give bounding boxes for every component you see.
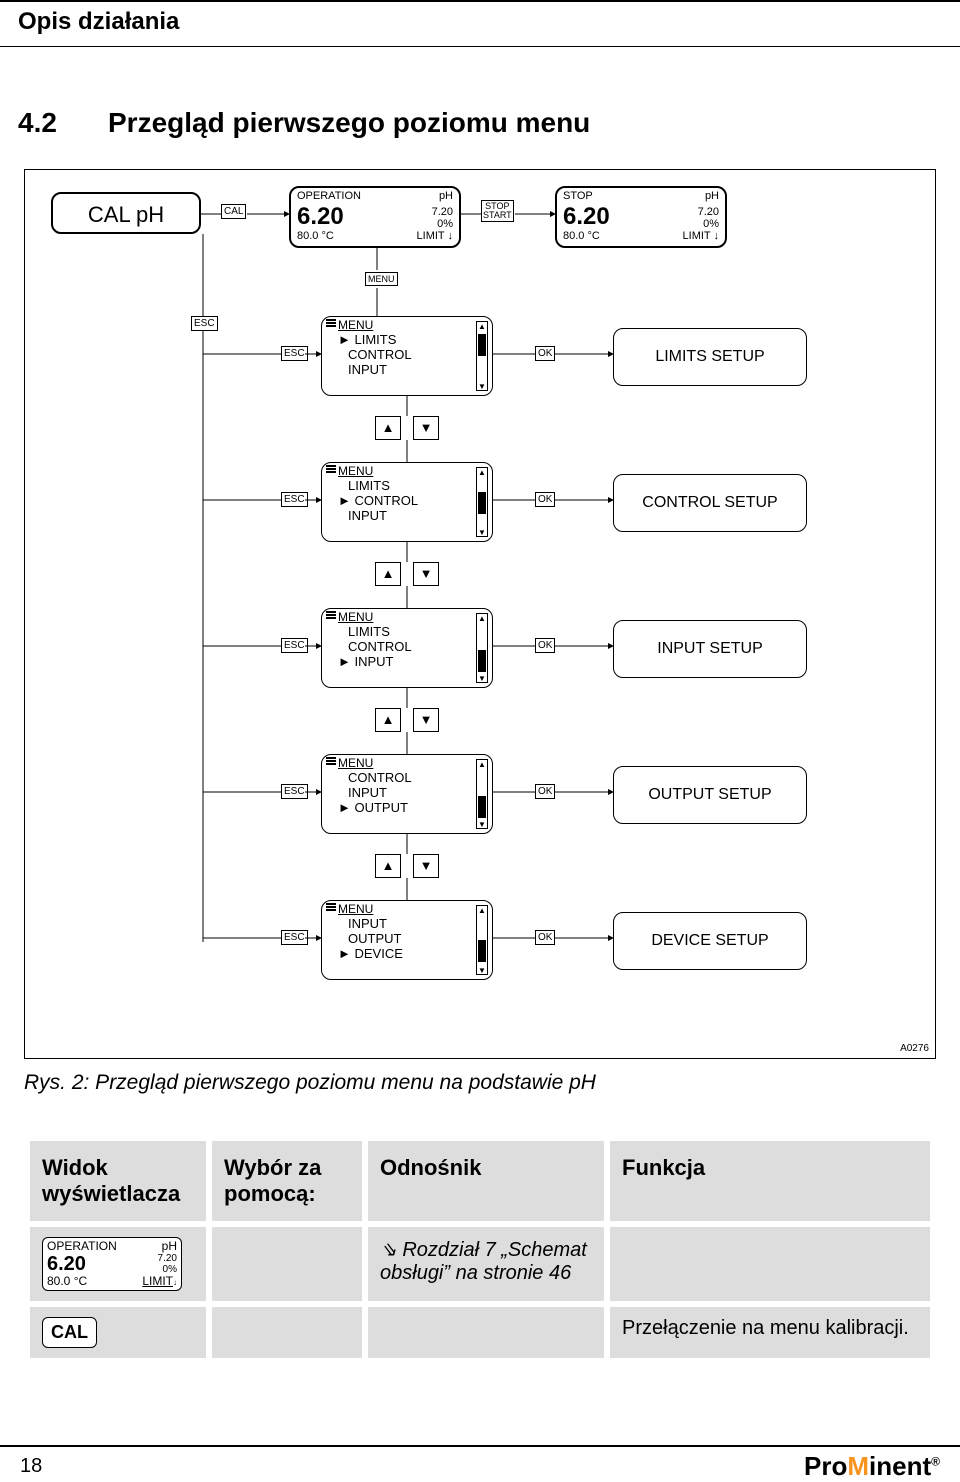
cell-select-2 xyxy=(212,1307,362,1358)
page-footer: 18 ProMinent® xyxy=(0,1445,960,1455)
diagram-connectors xyxy=(25,170,935,1060)
tbl-lcd-big: 6.20 xyxy=(47,1253,86,1275)
page-header-title: Opis działania xyxy=(18,8,179,35)
section-title-text: Przegląd pierwszego poziomu menu xyxy=(108,107,590,138)
th-select: Wybór za pomocą: xyxy=(212,1141,362,1221)
cell-ref-1: ⇘ Rozdział 7 „Schemat obsługi” na stroni… xyxy=(368,1227,604,1301)
cell-func-2: Przełączenie na menu kalibracji. xyxy=(610,1307,930,1358)
tbl-lcd-mr: 7.20 xyxy=(158,1253,177,1264)
tbl-lcd-tr: pH xyxy=(162,1240,177,1253)
tbl-lcd-br: LIMIT xyxy=(142,1274,173,1288)
cell-lcd-operation: OPERATIONpH 6.20 7.200% 80.0 °CLIMIT↓ xyxy=(30,1227,206,1301)
cell-ref-2 xyxy=(368,1307,604,1358)
brand-logo: ProMinent® xyxy=(804,1451,940,1482)
cell-cal-button: CAL xyxy=(30,1307,206,1358)
display-function-table: Widok wyświet­lacza Wybór za pomocą: Odn… xyxy=(24,1135,936,1364)
th-reference: Odnośnik xyxy=(368,1141,604,1221)
brand-post: inent xyxy=(869,1451,931,1481)
diagram-id: A0276 xyxy=(900,1043,929,1054)
th-function: Funkcja xyxy=(610,1141,930,1221)
figure-caption: Rys. 2: Przegląd pierwszego poziomu menu… xyxy=(24,1071,960,1095)
tbl-lcd-tl: OPERATION xyxy=(47,1240,117,1253)
th-display: Widok wyświet­lacza xyxy=(30,1141,206,1221)
section-heading: 4.2Przegląd pierwszego poziomu menu xyxy=(18,107,960,139)
brand-reg: ® xyxy=(931,1454,940,1468)
cell-func-1 xyxy=(610,1227,930,1301)
menu-overview-diagram: CAL pH CAL OPERATION pH 6.20 7.20 0% 80.… xyxy=(24,169,936,1059)
cal-button-graphic: CAL xyxy=(42,1317,97,1348)
cell-select-1 xyxy=(212,1227,362,1301)
brand-mid: M xyxy=(847,1451,869,1481)
ref-text-1: Rozdział 7 „Schemat obsługi” na stronie … xyxy=(380,1239,587,1284)
tbl-lcd-bl: 80.0 °C xyxy=(47,1275,87,1288)
reference-icon: ⇘ xyxy=(380,1239,397,1261)
section-number: 4.2 xyxy=(18,107,108,139)
page-number: 18 xyxy=(20,1455,42,1478)
brand-pre: Pro xyxy=(804,1451,847,1481)
